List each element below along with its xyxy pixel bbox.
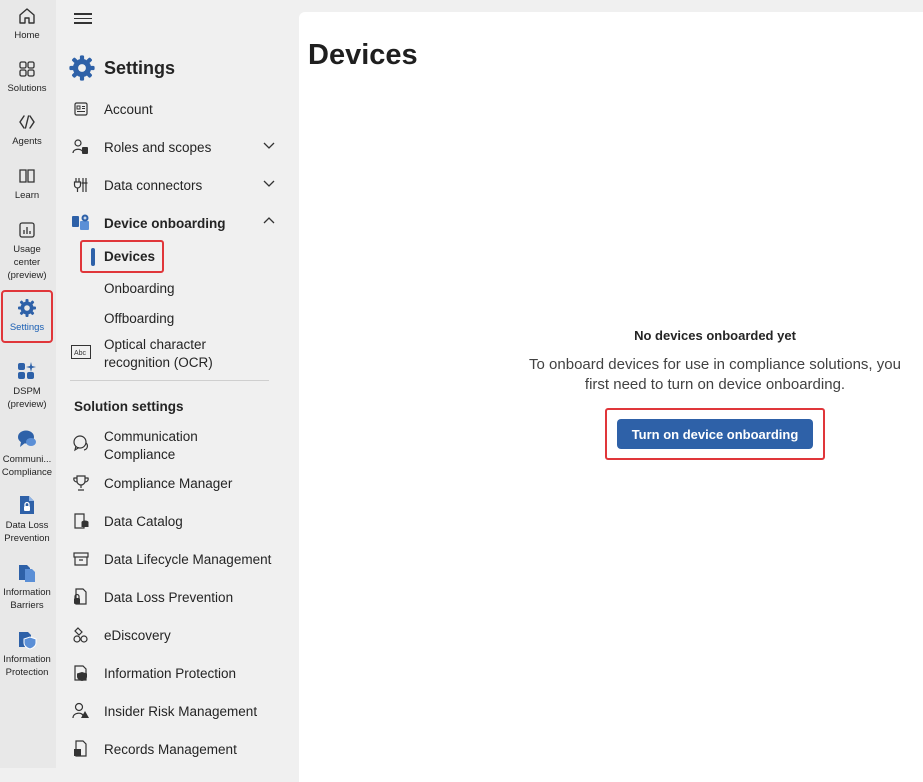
nav-title-text: Settings (104, 57, 176, 78)
nav-item-ocr[interactable]: Abc Optical character recognition (OCR) (70, 336, 276, 372)
nav-item-insider-risk-management[interactable]: Insider Risk Management (70, 700, 276, 722)
svg-text:Abc: Abc (74, 350, 87, 357)
nav-item-label: Insider Risk Management (104, 703, 258, 719)
selected-indicator (91, 247, 95, 266)
solutions-icon (19, 61, 35, 77)
insider-risk-icon (72, 702, 89, 719)
chat-icon (73, 435, 88, 452)
rail-item-solutions[interactable]: Solutions (0, 59, 54, 95)
nav-item-information-protection[interactable]: Information Protection (70, 662, 276, 684)
rail-label: Usage center (preview) (7, 244, 47, 281)
communication-compliance-icon (18, 430, 36, 447)
cta-highlight: Turn on device onboarding (605, 408, 825, 460)
empty-state-title: No devices onboarded yet (634, 328, 796, 343)
nav-item-data-loss-prevention[interactable]: Data Loss Prevention (70, 586, 276, 608)
roles-icon (72, 139, 88, 154)
dspm-icon (18, 362, 36, 379)
agents-icon (19, 115, 35, 129)
ediscovery-icon (73, 627, 88, 643)
rail-item-dspm[interactable]: DSPM (preview) (0, 360, 54, 411)
page-title: Devices (308, 39, 418, 71)
usage-center-icon (19, 222, 35, 238)
rail-label: Learn (14, 190, 40, 201)
rail-label: Home (14, 30, 40, 41)
rail-item-usage-center[interactable]: Usage center (preview) (0, 220, 54, 282)
nav-item-data-lifecycle-management[interactable]: Data Lifecycle Management (70, 548, 276, 570)
nav-item-compliance-manager[interactable]: Compliance Manager (70, 472, 276, 494)
ocr-icon: Abc (71, 345, 91, 359)
hamburger-menu-icon[interactable] (74, 10, 92, 24)
rail-label: DSPM (preview) (7, 386, 47, 410)
rail-item-information-protection[interactable]: Information Protection (0, 628, 54, 679)
settings-icon (18, 299, 36, 317)
settings-gear-icon (69, 55, 95, 81)
empty-state: No devices onboarded yet To onboard devi… (515, 328, 915, 395)
nav-item-label: Data Lifecycle Management (104, 551, 272, 567)
rail-item-agents[interactable]: Agents (0, 112, 54, 148)
chevron-down-icon[interactable] (262, 138, 276, 152)
rail-label: Agents (12, 136, 42, 147)
nav-item-data-connectors[interactable]: Data connectors (70, 174, 276, 196)
rail-label: Data Loss Prevention (4, 520, 50, 544)
app-rail: Home Solutions Agents Learn Usage center… (0, 0, 56, 768)
nav-item-label: Data Catalog (104, 513, 183, 529)
nav-item-ediscovery[interactable]: eDiscovery (70, 624, 276, 646)
rail-item-learn[interactable]: Learn (0, 166, 54, 202)
rail-label: Communi... Compliance (1, 454, 53, 478)
sub-item-onboarding[interactable]: Onboarding (104, 281, 175, 296)
empty-state-description: To onboard devices for use in compliance… (529, 356, 901, 393)
nav-item-label: Account (104, 101, 153, 117)
sub-item-label: Devices (104, 249, 156, 264)
turn-on-device-onboarding-button[interactable]: Turn on device onboarding (617, 419, 813, 449)
learn-icon (19, 169, 35, 183)
chevron-down-icon[interactable] (262, 176, 276, 190)
nav-item-data-catalog[interactable]: Data Catalog (70, 510, 276, 532)
nav-item-label: Optical character recognition (OCR) (104, 337, 213, 370)
rail-item-settings[interactable]: Settings (1, 290, 53, 343)
rail-item-data-loss-prevention[interactable]: Data Loss Prevention (0, 494, 54, 545)
sub-item-offboarding[interactable]: Offboarding (104, 311, 174, 326)
nav-item-label: Data connectors (104, 177, 203, 193)
section-heading: Solution settings (74, 399, 184, 414)
nav-item-device-onboarding[interactable]: Device onboarding (70, 212, 276, 234)
rail-item-information-barriers[interactable]: Information Barriers (0, 561, 54, 612)
divider (70, 380, 269, 381)
nav-item-roles-and-scopes[interactable]: Roles and scopes (70, 136, 276, 158)
lock-document-icon (74, 588, 87, 605)
nav-item-label: Data Loss Prevention (104, 589, 234, 605)
nav-item-label: Communication Compliance (104, 429, 198, 462)
rail-item-home[interactable]: Home (0, 6, 54, 42)
trophy-icon (73, 475, 89, 491)
shield-icon (74, 665, 87, 681)
nav-item-label: Records Management (104, 741, 237, 757)
information-barriers-icon (19, 565, 35, 582)
nav-item-label: Device onboarding (104, 215, 226, 231)
information-protection-icon (19, 632, 37, 650)
nav-item-label: eDiscovery (104, 627, 171, 643)
rail-item-communication-compliance[interactable]: Communi... Compliance (0, 428, 54, 479)
settings-nav: Settings Account Roles and scopes Data c… (56, 0, 298, 768)
nav-title: Settings (68, 54, 175, 82)
home-icon (19, 8, 35, 24)
nav-item-label: Compliance Manager (104, 475, 233, 491)
chevron-up-icon[interactable] (262, 214, 276, 228)
nav-item-communication-compliance[interactable]: Communication Compliance (70, 428, 276, 464)
data-catalog-icon (74, 513, 89, 529)
rail-label: Information Barriers (3, 587, 51, 611)
main-panel: Devices No devices onboarded yet To onbo… (299, 12, 923, 782)
records-icon (74, 740, 87, 757)
device-onboarding-icon (72, 214, 89, 230)
account-icon (74, 102, 88, 116)
nav-item-records-management[interactable]: Records Management (70, 738, 276, 760)
sub-item-devices[interactable]: Devices (80, 240, 164, 273)
rail-label: Information Protection (3, 654, 51, 678)
nav-item-label: Information Protection (104, 665, 237, 681)
data-loss-prevention-icon (20, 496, 34, 514)
data-connectors-icon (73, 178, 88, 192)
nav-item-account[interactable]: Account (70, 98, 276, 120)
rail-label: Settings (9, 322, 45, 333)
nav-item-label: Roles and scopes (104, 139, 212, 155)
archive-icon (73, 552, 89, 566)
rail-label: Solutions (7, 83, 47, 94)
